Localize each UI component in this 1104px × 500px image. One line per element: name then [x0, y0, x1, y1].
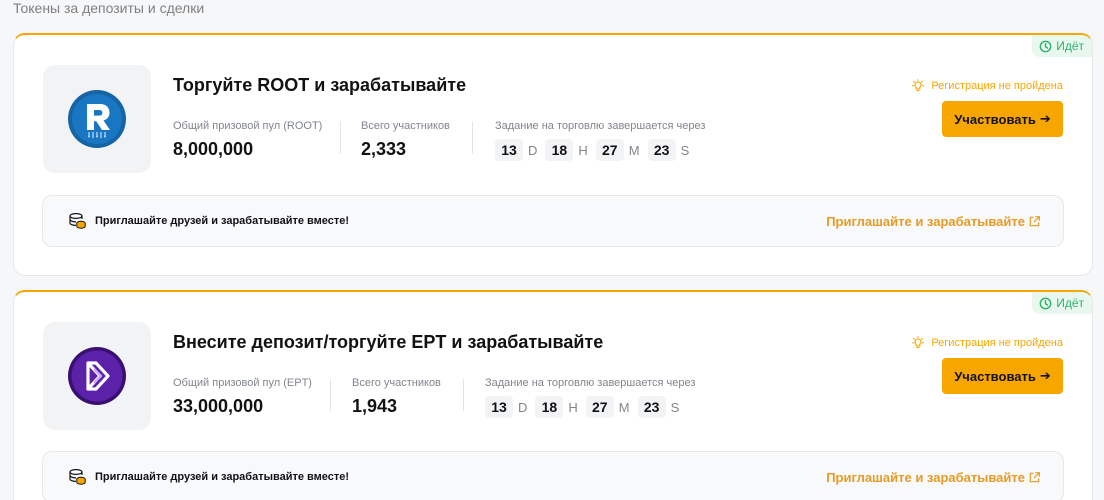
campaign-card-root: Идёт Торгуйте ROOT и зарабатывайте Общий…: [13, 33, 1093, 276]
status-text: Идёт: [1056, 296, 1084, 310]
token-logo: [43, 65, 151, 173]
participate-button[interactable]: Участвовать ➔: [942, 358, 1063, 394]
coins-icon: [67, 211, 87, 231]
token-logo: [43, 322, 151, 430]
campaign-title: Внесите депозит/торгуйте EPT и зарабатыв…: [173, 332, 604, 352]
participate-button[interactable]: Участвовать ➔: [942, 101, 1063, 137]
timer-days: 13: [495, 139, 523, 161]
registration-text: Регистрация не пройдена: [931, 80, 1063, 92]
divider: [340, 122, 341, 154]
lightbulb-icon: [912, 79, 925, 92]
timer-hours-unit: H: [578, 142, 588, 158]
status-badge: Идёт: [1032, 35, 1092, 57]
countdown-timer: Задание на торговлю завершается через 13…: [495, 119, 705, 161]
external-link-icon: [1029, 215, 1040, 226]
status-text: Идёт: [1056, 39, 1084, 53]
invite-text: Приглашайте друзей и зарабатывайте вмест…: [95, 215, 350, 227]
participants-value: 1,943: [352, 396, 398, 416]
timer-hours: 18: [545, 139, 574, 161]
timer-seconds: 23: [647, 139, 676, 161]
ept-token-logo-icon: [68, 347, 126, 405]
external-link-icon: [1029, 471, 1040, 482]
campaign-card-ept: Идёт Внесите депозит/торгуйте EPT и зара…: [13, 290, 1093, 500]
prize-pool-value: 33,000,000: [173, 396, 264, 416]
registration-status: Регистрация не пройдена: [911, 336, 1063, 350]
invite-link[interactable]: Приглашайте и зарабатывайте: [826, 470, 1041, 485]
timer-label: Задание на торговлю завершается через: [485, 377, 696, 389]
invite-link[interactable]: Приглашайте и зарабатывайте: [826, 214, 1041, 229]
clock-icon: [1039, 297, 1052, 309]
lightbulb-icon: [912, 336, 925, 349]
participate-button-label: Участвовать: [954, 368, 1036, 384]
invite-banner: Приглашайте друзей и зарабатывайте вмест…: [42, 195, 1064, 247]
timer-minutes-unit: M: [628, 142, 640, 158]
arrow-right-icon: ➔: [1039, 368, 1051, 383]
participants-value: 2,333: [361, 139, 407, 159]
timer-minutes: 27: [595, 139, 624, 161]
timer-minutes: 27: [585, 396, 614, 418]
registration-text: Регистрация не пройдена: [931, 337, 1063, 349]
divider: [463, 379, 464, 411]
participate-button-label: Участвовать: [954, 111, 1036, 127]
participants-label: Всего участников: [361, 120, 450, 132]
timer-hours-unit: H: [568, 399, 578, 415]
timer-seconds: 23: [637, 396, 666, 418]
campaign-title: Торгуйте ROOT и зарабатывайте: [173, 75, 467, 95]
invite-banner: Приглашайте друзей и зарабатывайте вмест…: [42, 451, 1064, 500]
timer-seconds-unit: S: [680, 142, 690, 158]
prize-pool: Общий призовой пул (EPT) 33,000,000: [173, 376, 312, 417]
arrow-right-icon: ➔: [1039, 111, 1051, 126]
timer-days: 13: [485, 396, 513, 418]
section-title: Токены за депозиты и сделки: [13, 0, 205, 16]
participants: Всего участников 1,943: [352, 376, 441, 417]
status-badge: Идёт: [1032, 292, 1092, 314]
prize-pool-label: Общий призовой пул (ROOT): [173, 120, 323, 132]
countdown-timer: Задание на торговлю завершается через 13…: [485, 376, 695, 418]
registration-status: Регистрация не пройдена: [911, 79, 1063, 93]
divider: [330, 379, 331, 411]
prize-pool-value: 8,000,000: [173, 139, 254, 159]
invite-text: Приглашайте друзей и зарабатывайте вмест…: [95, 471, 350, 483]
divider: [472, 122, 473, 154]
timer-days-unit: D: [518, 399, 528, 415]
root-token-logo-icon: [68, 90, 126, 148]
timer-label: Задание на торговлю завершается через: [495, 120, 706, 132]
timer-hours: 18: [535, 396, 564, 418]
participants: Всего участников 2,333: [361, 119, 450, 160]
timer-minutes-unit: M: [618, 399, 630, 415]
invite-link-label: Приглашайте и зарабатывайте: [826, 213, 1025, 229]
coins-icon: [67, 467, 87, 487]
timer-seconds-unit: S: [670, 399, 680, 415]
invite-link-label: Приглашайте и зарабатывайте: [826, 469, 1025, 485]
prize-pool-label: Общий призовой пул (EPT): [173, 377, 312, 389]
timer-days-unit: D: [528, 142, 538, 158]
participants-label: Всего участников: [352, 377, 441, 389]
clock-icon: [1039, 40, 1052, 52]
prize-pool: Общий призовой пул (ROOT) 8,000,000: [173, 119, 322, 160]
